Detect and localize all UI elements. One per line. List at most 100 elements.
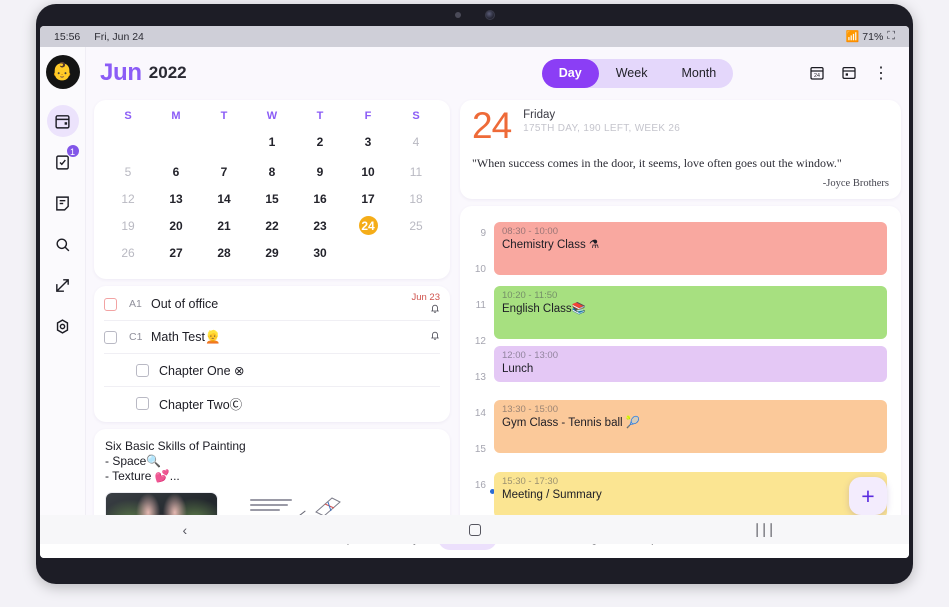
dow-label: F: [364, 110, 372, 122]
search-icon: [56, 237, 70, 251]
calendar-day-label: 29: [265, 245, 279, 260]
battery-icon: ⛶: [887, 30, 895, 42]
tab-week[interactable]: Week: [599, 59, 665, 88]
sidebar-item-notes[interactable]: [47, 187, 79, 219]
calendar-day-13[interactable]: 13: [152, 185, 200, 212]
calendar-day-11[interactable]: 11: [392, 158, 440, 185]
avatar[interactable]: 👶: [45, 55, 80, 89]
task-row[interactable]: A1 Out of office Jun 23: [104, 288, 440, 321]
calendar-day-16[interactable]: 16: [296, 185, 344, 212]
task-checkbox[interactable]: [104, 330, 117, 344]
calendar-day-10[interactable]: 10: [344, 158, 392, 185]
calendar-day-19[interactable]: 19: [104, 212, 152, 239]
task-row[interactable]: Chapter One ⊗: [104, 354, 440, 387]
calendar-day-28[interactable]: 28: [200, 239, 248, 269]
calendar-day-6[interactable]: 6: [152, 158, 200, 185]
task-row[interactable]: C1 Math Test👱: [104, 321, 440, 354]
calendar-day-label: 2: [316, 134, 324, 149]
tab-month[interactable]: Month: [664, 59, 733, 88]
nav-home-button[interactable]: [330, 523, 620, 536]
calendar-day-5[interactable]: 5: [104, 158, 152, 185]
task-checkbox[interactable]: [136, 363, 149, 377]
status-bar-left: 15:56 Fri, Jun 24: [54, 31, 144, 43]
calendar-day-22[interactable]: 22: [248, 212, 296, 239]
calendar-week-row: 19 20 21 22 23 24 25: [104, 212, 440, 239]
day-weekday: Friday: [523, 109, 556, 121]
calendar-event[interactable]: 12:00 - 13:00 Lunch: [494, 346, 887, 382]
calendar-day-2[interactable]: 2: [296, 128, 344, 158]
calendar-event[interactable]: 15:30 - 17:30 Meeting / Summary: [494, 472, 887, 518]
task-meta: [430, 330, 440, 344]
add-event-button[interactable]: +: [849, 477, 887, 515]
event-title: English Class📚: [502, 303, 586, 315]
calendar-day-7[interactable]: 7: [200, 158, 248, 185]
calendar-event[interactable]: 08:30 - 10:00 Chemistry Class ⚗: [494, 222, 887, 275]
view-toggle: Day Week Month: [541, 58, 734, 88]
calendar-day-empty: [200, 128, 248, 158]
calendar-day-25[interactable]: 25: [392, 212, 440, 239]
hour-label: 10: [474, 264, 486, 275]
calendar-day-9[interactable]: 9: [296, 158, 344, 185]
calendar-day-15[interactable]: 15: [248, 185, 296, 212]
calendar-day-8[interactable]: 8: [248, 158, 296, 185]
task-checkbox[interactable]: [136, 397, 149, 410]
header-action-icons: 24 ⋮: [809, 63, 897, 83]
calendar-day-label: [407, 243, 426, 262]
calendar-app: 👶 1 Jun 2022 S M T W T F S 1 2 3 4 5 6 7…: [40, 47, 909, 537]
day-meta: 175TH DAY, 190 LEFT, WEEK 26: [523, 123, 681, 134]
nav-back-button[interactable]: ‹: [40, 522, 330, 538]
sidebar-item-tasks[interactable]: 1: [47, 144, 80, 178]
calendar-day-17[interactable]: 17: [344, 185, 392, 212]
calendar-day-label: 22: [265, 218, 279, 233]
day-schedule-card: 9 10 11 12 13 14 15 16 08:30 - 10:00 Chemistry C…: [460, 206, 901, 537]
day-header: 24 Friday 175TH DAY, 190 LEFT, WEEK 26: [472, 107, 889, 144]
hour-label: 13: [474, 372, 486, 383]
calendar-day-30[interactable]: 30: [296, 239, 344, 269]
view-layout-icon[interactable]: [841, 65, 857, 81]
calendar-day-29[interactable]: 29: [248, 239, 296, 269]
tablet-device-frame: 15:56 Fri, Jun 24 📶 71% ⛶ 👶 1 Jun 2022 S…: [36, 4, 913, 584]
calendar-day-12[interactable]: 12: [104, 185, 152, 212]
events-column: 08:30 - 10:00 Chemistry Class ⚗ 10:20 - 11…: [490, 214, 893, 537]
nav-recents-button[interactable]: ∣∣∣: [619, 521, 909, 538]
task-checkbox[interactable]: [104, 297, 117, 311]
sidebar-item-calendar[interactable]: [46, 105, 79, 137]
calendar-day-26[interactable]: 26: [104, 239, 152, 269]
status-time: 15:56: [54, 30, 81, 43]
calendar-event[interactable]: 13:30 - 15:00 Gym Class - Tennis ball 🎾: [494, 400, 887, 453]
note-line: - Texture 💕...: [105, 469, 180, 483]
calendar-day-27[interactable]: 27: [152, 239, 200, 269]
task-row[interactable]: Chapter TwoⒸ: [104, 387, 440, 420]
calendar-day-label: 17: [361, 191, 375, 206]
left-icon-rail: 👶 1: [40, 47, 86, 537]
calendar-day-label: 3: [364, 134, 372, 149]
sidebar-item-share[interactable]: [47, 269, 79, 301]
calendar-day-label: [215, 132, 234, 151]
quote-text: "When success comes in the door, it seem…: [472, 156, 842, 170]
calendar-day-24[interactable]: 24: [344, 212, 392, 239]
more-options-icon[interactable]: ⋮: [873, 63, 889, 83]
reminder-bell-icon[interactable]: [430, 330, 440, 344]
reminder-bell-icon[interactable]: [430, 303, 440, 317]
sidebar-item-settings[interactable]: [47, 310, 79, 342]
calendar-day-20[interactable]: 20: [152, 212, 200, 239]
calendar-week-row: 5 6 7 8 9 10 11: [104, 158, 440, 185]
calendar-day-4[interactable]: 4: [392, 128, 440, 158]
calendar-event[interactable]: 10:20 - 11:50 English Class📚: [494, 286, 887, 339]
task-title: Chapter One ⊗: [159, 363, 245, 378]
quote-author: -Joyce Brothers: [822, 178, 889, 189]
calendar-day-3[interactable]: 3: [344, 128, 392, 158]
sidebar-item-search[interactable]: [47, 228, 79, 260]
calendar-day-18[interactable]: 18: [392, 185, 440, 212]
today-calendar-icon[interactable]: 24: [809, 65, 825, 81]
task-due-date: Jun 23: [411, 291, 440, 303]
calendar-day-21[interactable]: 21: [200, 212, 248, 239]
calendar-day-23[interactable]: 23: [296, 212, 344, 239]
right-column: Day Week Month 24 ⋮ 24 Friday 175TH DAY,…: [458, 47, 909, 537]
tab-day[interactable]: Day: [541, 58, 599, 88]
event-time: 12:00 - 13:00: [502, 350, 558, 361]
proximity-sensor: [454, 12, 461, 18]
calendar-week-row: 12 13 14 15 16 17 18: [104, 185, 440, 212]
calendar-day-14[interactable]: 14: [200, 185, 248, 212]
calendar-day-1[interactable]: 1: [248, 128, 296, 158]
